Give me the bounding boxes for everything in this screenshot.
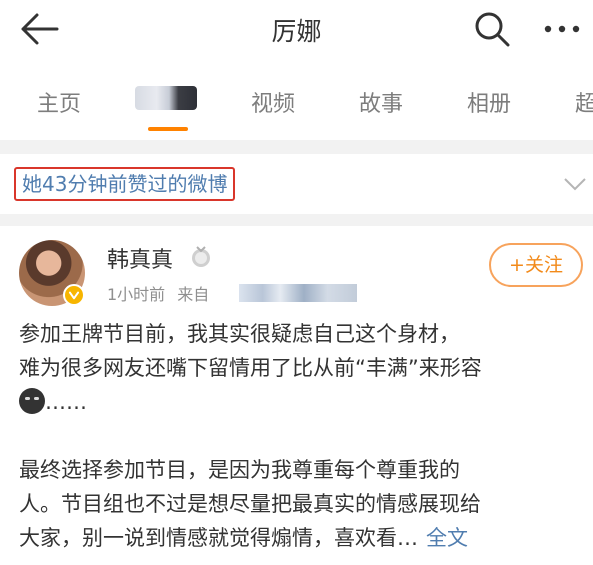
emoji-icon <box>19 388 45 414</box>
top-bar: 厉娜 <box>0 0 593 60</box>
tab-home[interactable]: 主页 <box>37 86 81 118</box>
full-text-link[interactable]: 全文 <box>426 526 468 550</box>
liked-notice-text: 她43分钟前赞过的微博 <box>14 167 236 201</box>
medal-icon <box>192 246 210 267</box>
post-text-line: 大家，别一说到情感就觉得煽情，喜欢看… 全文 <box>19 522 579 555</box>
post-time: 1小时前 <box>107 285 166 304</box>
post-text-line: 最终选择参加节目，是因为我尊重每个尊重我的 <box>19 458 460 482</box>
post-text-line: 参加王牌节目前，我其实很疑虑自己这个身材， <box>19 322 460 346</box>
profile-tabs: 主页 视频 故事 相册 超 <box>0 60 593 140</box>
tab-story[interactable]: 故事 <box>359 86 403 118</box>
post-source-prefix: 来自 <box>177 285 210 304</box>
post-source-blurred[interactable] <box>239 284 357 302</box>
chevron-down-icon[interactable] <box>563 176 587 192</box>
section-divider <box>0 214 593 226</box>
author-name[interactable]: 韩真真 <box>107 242 173 274</box>
tab-album[interactable]: 相册 <box>467 86 511 118</box>
verified-icon <box>63 284 85 306</box>
search-icon[interactable] <box>473 10 511 48</box>
tab-super[interactable]: 超 <box>575 86 593 118</box>
active-tab-indicator <box>148 127 188 131</box>
tab-video[interactable]: 视频 <box>251 86 295 118</box>
more-icon[interactable] <box>542 12 582 46</box>
liked-notice-bar[interactable]: 她43分钟前赞过的微博 <box>0 154 593 214</box>
post-meta: 1小时前 来自 <box>107 281 209 305</box>
weibo-post: 韩真真 1小时前 来自 +关注 参加王牌节目前，我其实很疑虑自己这个身材， 难为很… <box>0 226 593 565</box>
post-text-line: 人。节目组也不过是想尽量把最真实的情感展现给 <box>19 492 481 516</box>
tab-weibo-blurred[interactable] <box>135 86 197 110</box>
section-divider <box>0 140 593 154</box>
post-text-line: 难为很多网友还嘴下留情用了比从前“丰满”来形容 <box>19 356 482 380</box>
follow-button[interactable]: +关注 <box>489 243 583 287</box>
post-text-ellipsis: …… <box>45 390 87 414</box>
post-text-last: 大家，别一说到情感就觉得煽情，喜欢看… <box>19 526 418 550</box>
post-text-line: …… <box>19 386 579 419</box>
